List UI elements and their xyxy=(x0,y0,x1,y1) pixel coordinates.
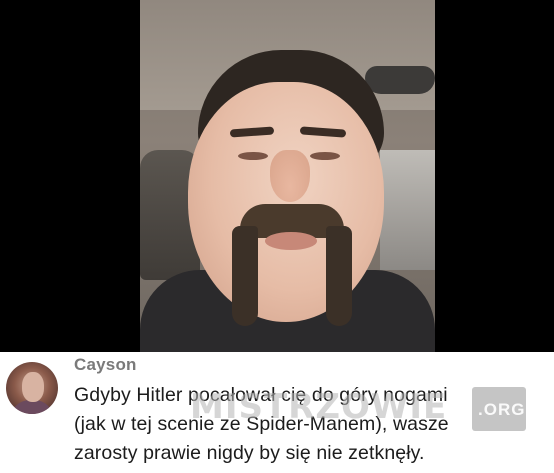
avatar-face xyxy=(22,372,44,402)
rearview-mirror xyxy=(365,66,435,94)
comment-text-line-2: (jak w tej scenie ze Spider-Manem), wasz… xyxy=(74,413,449,435)
avatar[interactable] xyxy=(6,362,58,414)
comment-text-line-3: zarosty prawie nigdy by się nie zetknęły… xyxy=(74,442,425,464)
comment-card: Cayson Gdyby Hitler pocałował cię do gór… xyxy=(0,352,554,473)
video-screenshot xyxy=(0,0,554,352)
left-eye xyxy=(238,152,268,160)
right-eye xyxy=(310,152,340,160)
car-window xyxy=(380,150,435,270)
selfie-video-frame xyxy=(140,0,435,352)
goatee-right xyxy=(326,226,352,326)
mouth xyxy=(265,232,317,250)
comment-text-line-1: Gdyby Hitler pocałował cię do góry nogam… xyxy=(74,384,448,406)
goatee-left xyxy=(232,226,258,326)
nose xyxy=(270,150,310,202)
avatar-shoulders xyxy=(10,400,54,414)
face xyxy=(188,82,384,322)
comment-username[interactable]: Cayson xyxy=(74,355,137,375)
